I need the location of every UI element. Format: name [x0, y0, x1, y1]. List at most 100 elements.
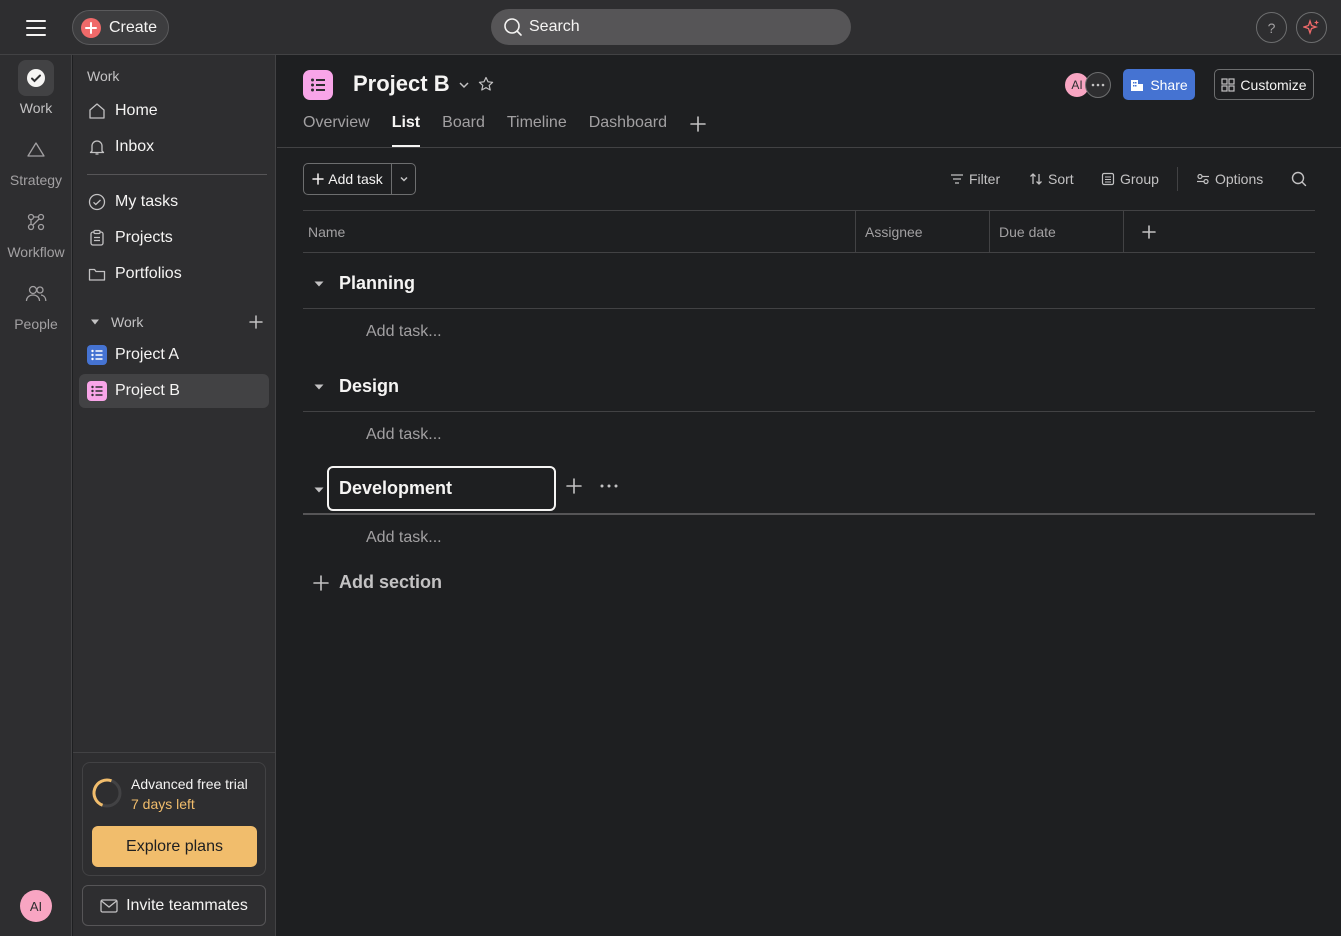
column-header-assignee[interactable]: Assignee [865, 211, 923, 252]
sidebar-item-project-b[interactable]: Project B [79, 374, 269, 408]
explore-plans-button[interactable]: Explore plans [92, 826, 257, 867]
rail-item-label: Strategy [9, 172, 63, 188]
tab-overview[interactable]: Overview [303, 114, 370, 147]
plus-icon [81, 17, 101, 38]
search-icon [503, 17, 523, 37]
sidebar-item-my-tasks[interactable]: My tasks [79, 185, 269, 219]
divider [73, 752, 275, 753]
caret-down-icon[interactable] [313, 278, 325, 290]
rail-item-strategy[interactable]: Strategy [0, 132, 72, 188]
workflow-icon [18, 204, 54, 240]
section-name-input[interactable]: Development [327, 466, 556, 511]
check-circle-icon [87, 192, 107, 212]
tab-list[interactable]: List [391, 114, 421, 147]
column-divider[interactable] [855, 211, 856, 252]
tab-bar: Overview List Board Timeline Dashboard [303, 114, 729, 147]
plus-icon [313, 574, 329, 591]
bell-icon [87, 137, 107, 157]
add-column-icon[interactable] [1142, 211, 1156, 252]
sidebar-item-label: Inbox [115, 138, 155, 155]
add-section-button[interactable]: Add section [313, 572, 442, 593]
chevron-down-icon[interactable] [457, 78, 471, 92]
hamburger-menu-icon[interactable] [22, 14, 50, 42]
tab-dashboard[interactable]: Dashboard [589, 114, 667, 147]
customize-label: Customize [1240, 76, 1307, 93]
plus-icon [312, 173, 324, 185]
page-title[interactable]: Project B [353, 71, 450, 97]
trial-progress-ring-icon [91, 777, 123, 809]
caret-down-icon [89, 316, 101, 328]
options-button[interactable]: Options [1196, 171, 1263, 187]
sidebar-item-inbox[interactable]: Inbox [79, 130, 269, 164]
divider [1177, 167, 1178, 191]
sidebar-item-home[interactable]: Home [79, 94, 269, 128]
search-icon[interactable] [1291, 171, 1307, 187]
project-list-icon[interactable] [303, 70, 333, 100]
sort-button[interactable]: Sort [1029, 171, 1074, 187]
rail-item-label: Workflow [7, 244, 65, 260]
rail-item-label: Work [19, 100, 53, 116]
section-header-design: Design [303, 362, 1315, 412]
divider [87, 174, 267, 175]
home-icon [87, 101, 107, 121]
create-button[interactable]: Create [72, 10, 169, 45]
main-content: Project B AI Share Customize Overview Li… [277, 55, 1341, 936]
add-tab-icon[interactable] [689, 112, 707, 145]
add-section-label: Add section [339, 572, 443, 592]
sidebar-item-label: Projects [115, 229, 173, 246]
mail-icon [100, 898, 118, 913]
rail-item-workflow[interactable]: Workflow [0, 204, 72, 260]
sidebar-team-header[interactable]: Work [87, 312, 267, 332]
sidebar-item-portfolios[interactable]: Portfolios [79, 257, 269, 291]
column-header-due-date[interactable]: Due date [999, 211, 1056, 252]
customize-button[interactable]: Customize [1214, 69, 1314, 100]
rail-item-people[interactable]: People [0, 276, 72, 332]
search-input[interactable]: Search [491, 9, 851, 45]
sidebar-item-label: Project B [115, 382, 180, 399]
caret-down-icon[interactable] [313, 484, 325, 496]
add-task-link[interactable]: Add task... [366, 529, 442, 547]
filter-button[interactable]: Filter [950, 171, 1000, 187]
create-label: Create [109, 18, 158, 36]
ai-assistant-button[interactable] [1296, 12, 1327, 43]
sidebar-item-projects[interactable]: Projects [79, 221, 269, 255]
sort-label: Sort [1048, 171, 1074, 187]
section-name[interactable]: Planning [339, 273, 415, 294]
tab-timeline[interactable]: Timeline [507, 114, 567, 147]
sidebar-item-label: Project A [115, 346, 180, 363]
help-button[interactable]: ? [1256, 12, 1287, 43]
caret-down-icon[interactable] [313, 381, 325, 393]
invite-teammates-button[interactable]: Invite teammates [82, 885, 266, 926]
options-icon [1196, 172, 1210, 186]
star-icon[interactable] [478, 76, 494, 92]
plus-icon[interactable] [249, 315, 263, 329]
avatar[interactable]: AI [20, 890, 52, 922]
sidebar-item-project-a[interactable]: Project A [79, 338, 269, 372]
sparkle-icon [1302, 18, 1321, 37]
column-divider[interactable] [989, 211, 990, 252]
chevron-down-icon[interactable] [392, 173, 415, 185]
more-options-icon[interactable] [599, 477, 619, 495]
add-task-link[interactable]: Add task... [366, 426, 442, 444]
sidebar-item-label: Home [115, 102, 158, 119]
people-icon [18, 276, 54, 312]
section-header-planning: Planning [303, 259, 1315, 309]
share-button[interactable]: Share [1123, 69, 1195, 100]
search-placeholder: Search [529, 18, 580, 35]
add-task-to-section-icon[interactable] [565, 477, 583, 495]
rail-item-label: People [14, 316, 58, 332]
sidebar-item-label: My tasks [115, 193, 179, 210]
add-task-button[interactable]: Add task [304, 164, 392, 194]
add-task-link[interactable]: Add task... [366, 323, 442, 341]
column-header-name[interactable]: Name [308, 211, 345, 252]
group-button[interactable]: Group [1101, 171, 1159, 187]
trial-card: Advanced free trial 7 days left Explore … [82, 762, 266, 876]
building-icon [1130, 78, 1144, 92]
column-divider[interactable] [1123, 211, 1124, 252]
group-label: Group [1120, 171, 1159, 187]
rail-item-work[interactable]: Work [0, 60, 72, 116]
section-name[interactable]: Design [339, 376, 399, 397]
more-members-icon[interactable] [1085, 72, 1111, 98]
clipboard-icon [87, 228, 107, 248]
tab-board[interactable]: Board [442, 114, 485, 147]
